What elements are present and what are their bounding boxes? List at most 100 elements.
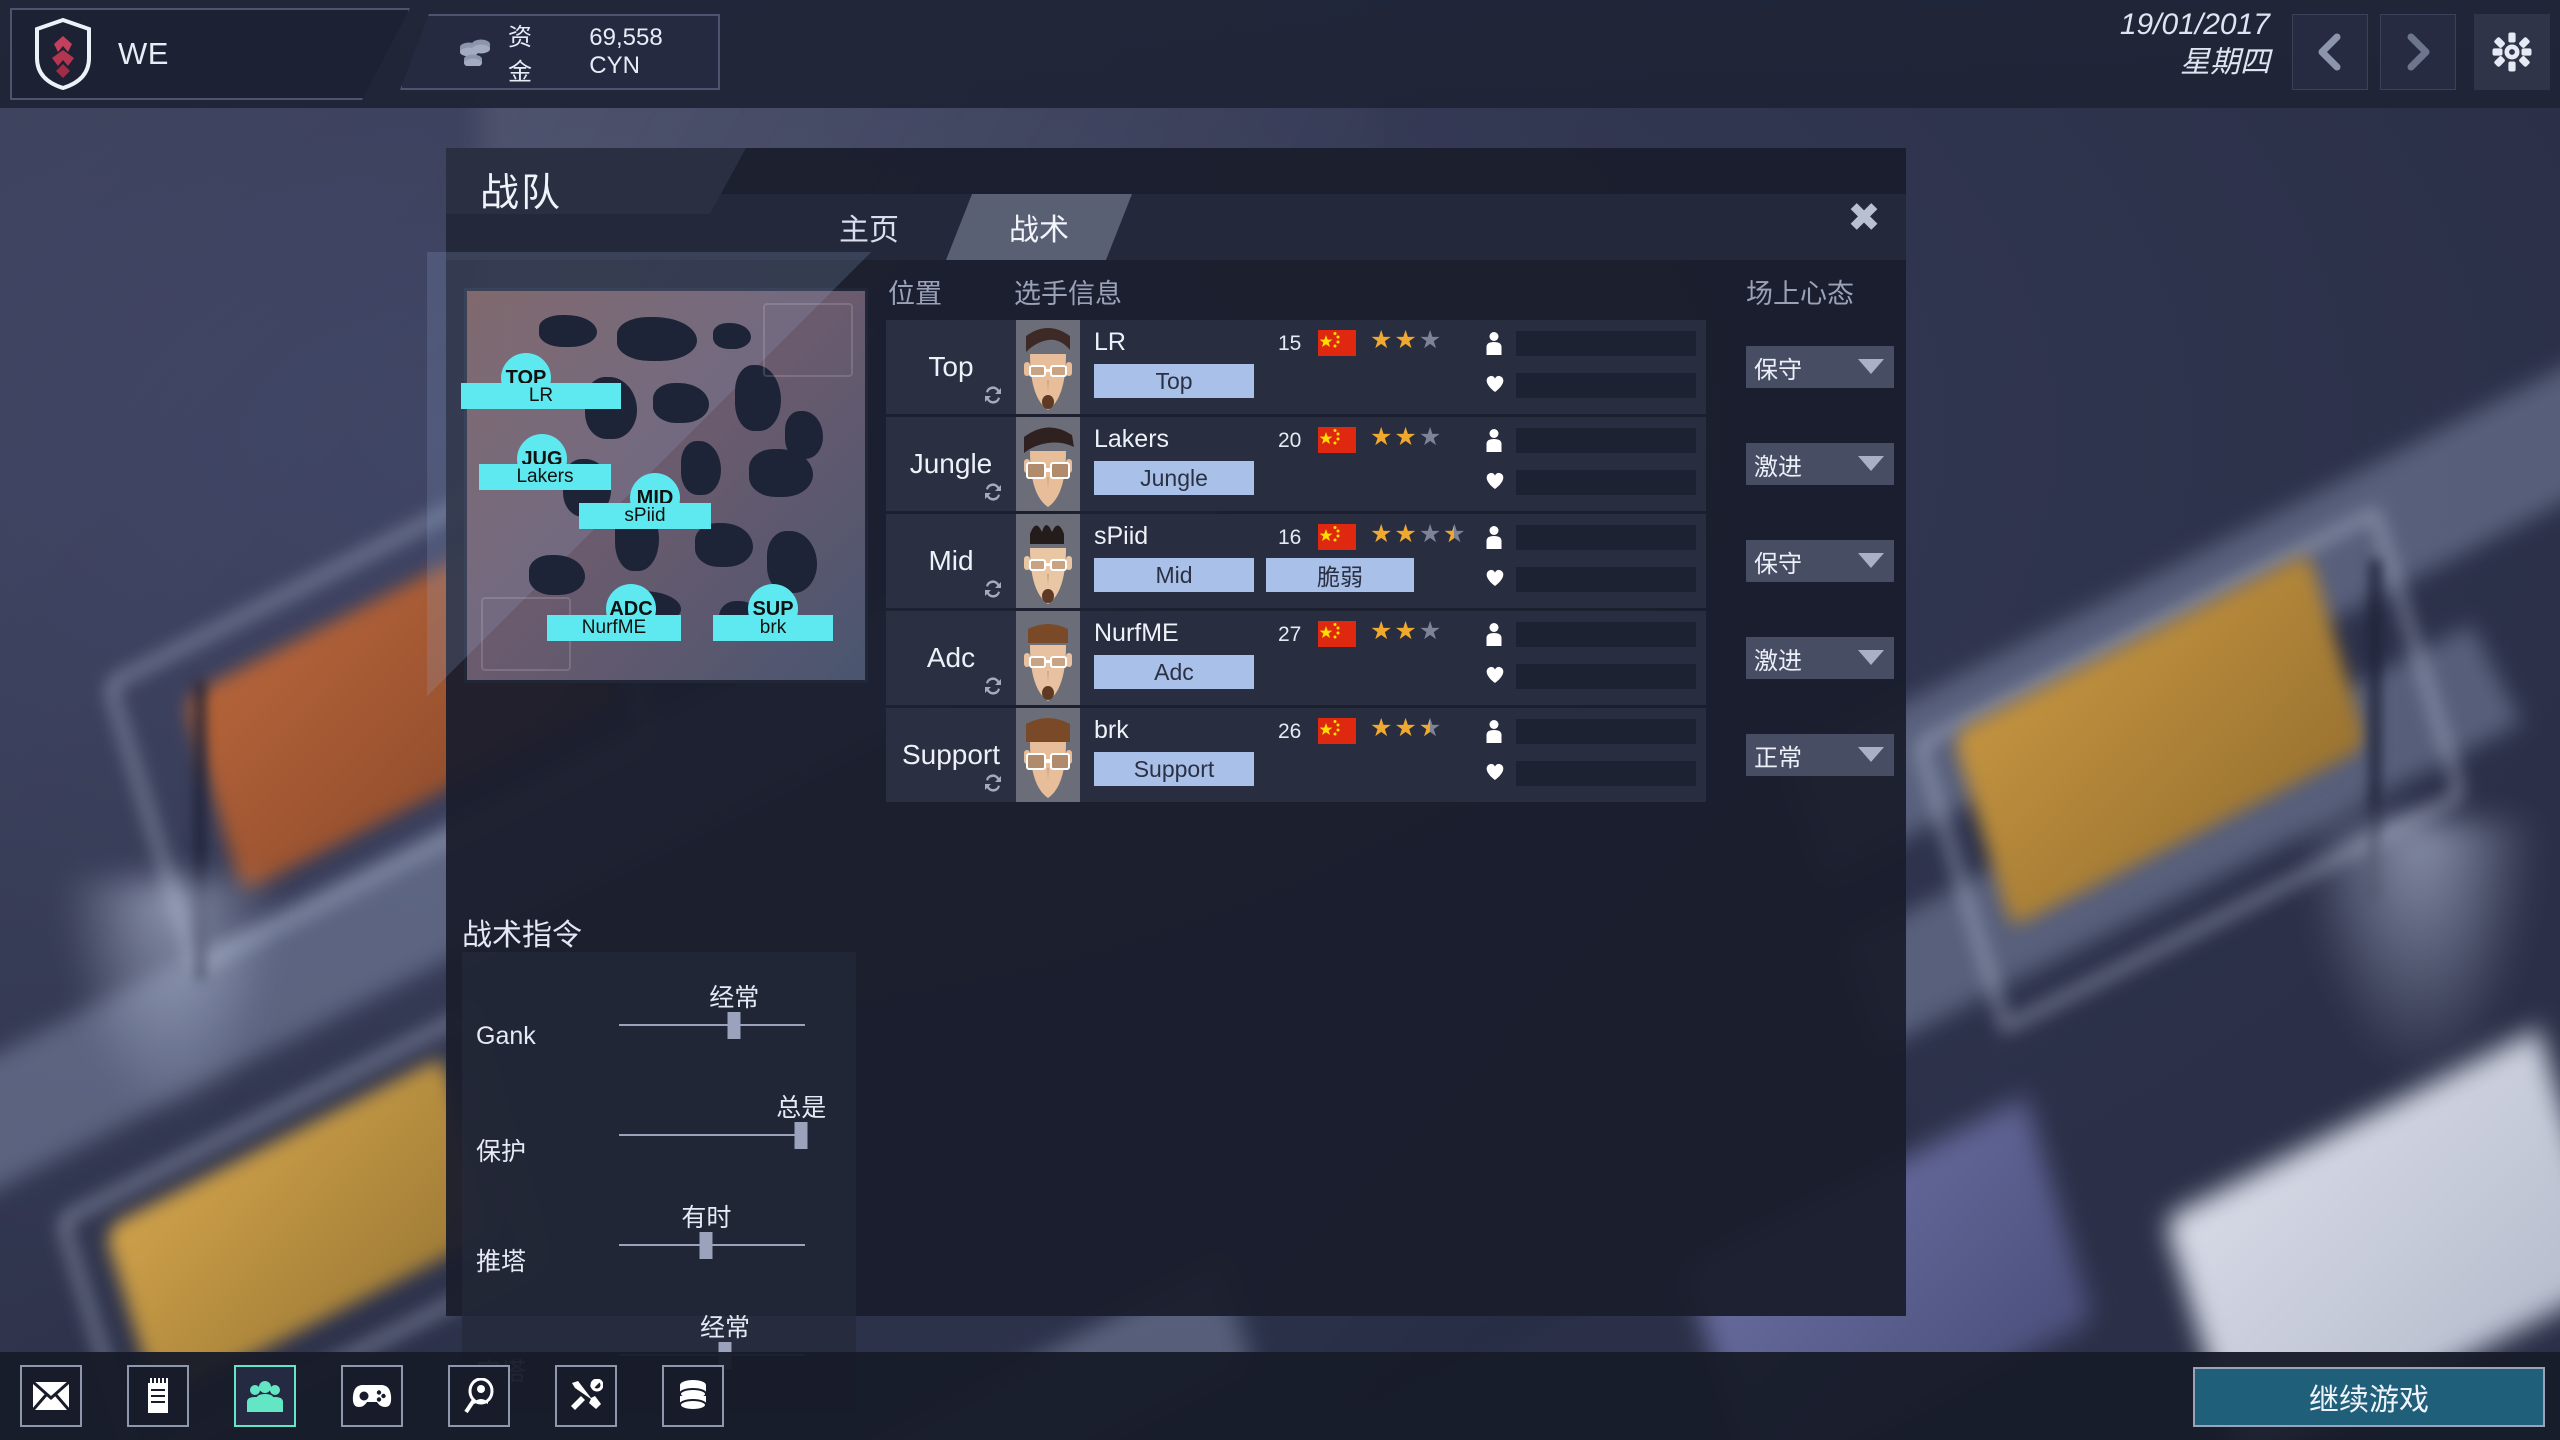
mentality-value: 保守	[1754, 356, 1802, 384]
next-day-button[interactable]	[2380, 14, 2456, 90]
player-name: brk	[1094, 716, 1129, 744]
player-info-cell: NurfME 27 ★ ★ ★ Adc	[1080, 611, 1706, 705]
morale-bar-row	[1484, 562, 1696, 596]
prev-day-button[interactable]	[2292, 14, 2368, 90]
position-cell[interactable]: Jungle	[886, 417, 1016, 511]
position-label: Support	[901, 739, 1001, 770]
player-trait-tag[interactable]: 脆弱	[1266, 558, 1414, 592]
team-name: WE	[118, 36, 169, 71]
toolbar-button-scout[interactable]	[448, 1365, 510, 1427]
player-role-tag[interactable]: Adc	[1094, 655, 1254, 689]
toolbar-button-notebook[interactable]	[127, 1365, 189, 1427]
tab-home-label: 主页	[839, 214, 899, 247]
tactic-slider-value: 经常	[709, 984, 760, 1012]
chevron-down-icon	[1858, 456, 1884, 471]
position-cell[interactable]: Support	[886, 708, 1016, 802]
condition-bar-track	[1516, 621, 1696, 647]
money-plate: 资金 69,558 CYN	[400, 14, 720, 90]
condition-bar-track	[1516, 718, 1696, 744]
swap-icon	[985, 483, 1001, 501]
panel-body: 位置 选手信息 场上心态 TOP LR JUG Lakers MID sPiid…	[427, 252, 1906, 1414]
morale-bar-row	[1484, 368, 1696, 402]
table-row[interactable]: Mid sPiid 16 ★★★★ Mid 脆弱	[886, 514, 1706, 608]
mentality-dropdown[interactable]: 保守	[1746, 540, 1894, 582]
player-info-cell: LR 15 ★ ★ ★ Top	[1080, 320, 1706, 414]
player-stat-bars	[1484, 617, 1696, 701]
heart-icon	[1486, 763, 1504, 780]
column-header-player-info: 选手信息	[1014, 279, 1122, 309]
database-icon	[678, 1379, 708, 1413]
minimap-player-tag-sup: brk	[713, 615, 833, 641]
position-cell[interactable]: Top	[886, 320, 1016, 414]
player-role-tag[interactable]: Support	[1094, 752, 1254, 786]
nationality-flag-icon	[1318, 524, 1356, 550]
toolbar-button-tools[interactable]	[555, 1365, 617, 1427]
avatar	[1016, 611, 1080, 705]
mentality-row: 激进	[1746, 611, 1896, 705]
condition-bar-row	[1484, 617, 1696, 651]
coins-icon	[458, 38, 492, 66]
star-icon: ★	[1418, 617, 1442, 645]
mentality-dropdown[interactable]: 激进	[1746, 443, 1894, 485]
money-label: 资金	[508, 24, 532, 86]
page-title: 战队	[480, 172, 563, 215]
toolbar-button-gamepad[interactable]	[341, 1365, 403, 1427]
toolbar-button-mail[interactable]	[20, 1365, 82, 1427]
table-row[interactable]: Top LR 15 ★ ★ ★ Top	[886, 320, 1706, 414]
star-icon: ★	[1370, 423, 1393, 451]
team-plate[interactable]: WE	[10, 8, 410, 100]
player-star-rating: ★ ★ ★	[1370, 716, 1441, 742]
tab-home[interactable]: 主页	[776, 194, 962, 260]
swap-position-icon[interactable]	[982, 384, 1004, 406]
close-button[interactable]: ✖	[1842, 198, 1886, 242]
mentality-dropdown[interactable]: 正常	[1746, 734, 1894, 776]
player-star-rating: ★ ★ ★	[1370, 619, 1441, 644]
player-age: 20	[1278, 429, 1302, 452]
position-label: Top	[928, 351, 974, 382]
tactic-slider-thumb[interactable]	[794, 1122, 808, 1149]
table-row[interactable]: Support brk 26 ★★★ Support	[886, 708, 1706, 802]
toolbar-button-database[interactable]	[662, 1365, 724, 1427]
heart-icon	[1486, 666, 1504, 683]
tactic-slider-track[interactable]	[619, 1134, 805, 1136]
player-name: sPiid	[1094, 522, 1149, 550]
swap-position-icon[interactable]	[982, 481, 1004, 503]
tactic-slider-thumb[interactable]	[727, 1012, 741, 1039]
tactic-slider-label: Gank	[476, 1022, 536, 1050]
position-cell[interactable]: Mid	[886, 514, 1016, 608]
tactical-minimap[interactable]: TOP LR JUG Lakers MID sPiid ADC NurfME SUP brk	[427, 252, 905, 719]
heart-icon	[1484, 567, 1506, 591]
tactic-slider-track[interactable]	[619, 1024, 805, 1026]
tab-tactics-label: 战术	[1009, 214, 1069, 247]
gear-icon	[2492, 32, 2532, 72]
nationality-flag-icon	[1318, 621, 1356, 647]
condition-bar-row	[1484, 423, 1696, 457]
mentality-value: 激进	[1754, 647, 1802, 675]
mentality-list: 保守 激进 保守 激进 正常	[1746, 320, 1896, 805]
player-role-tag[interactable]: Mid	[1094, 558, 1254, 592]
player-stat-bars	[1484, 423, 1696, 507]
mentality-value: 激进	[1754, 453, 1802, 481]
tactic-slider-thumb[interactable]	[699, 1232, 713, 1259]
swap-position-icon[interactable]	[982, 772, 1004, 794]
chevron-down-icon	[1858, 553, 1884, 568]
player-role-tag[interactable]: Top	[1094, 364, 1254, 398]
position-cell[interactable]: Adc	[886, 611, 1016, 705]
continue-game-button[interactable]: 继续游戏	[2193, 1367, 2545, 1427]
heart-icon	[1486, 569, 1504, 586]
date-display: 19/01/2017 星期四	[1990, 6, 2270, 81]
player-stat-bars	[1484, 714, 1696, 798]
mentality-dropdown[interactable]: 保守	[1746, 346, 1894, 388]
table-row[interactable]: Jungle Lakers 20 ★ ★ ★ Jungle	[886, 417, 1706, 511]
toolbar-button-team[interactable]	[234, 1365, 296, 1427]
mentality-dropdown[interactable]: 激进	[1746, 637, 1894, 679]
swap-position-icon[interactable]	[982, 578, 1004, 600]
player-star-rating: ★ ★ ★ ★	[1370, 522, 1466, 548]
swap-position-icon[interactable]	[982, 675, 1004, 697]
person-icon	[1486, 526, 1502, 549]
tab-tactics[interactable]: 战术	[946, 194, 1132, 260]
table-row[interactable]: Adc NurfME 27 ★ ★ ★ Adc	[886, 611, 1706, 705]
settings-button[interactable]	[2474, 14, 2550, 90]
tactic-slider-row: 推塔 有时	[462, 1198, 856, 1308]
player-role-tag[interactable]: Jungle	[1094, 461, 1254, 495]
